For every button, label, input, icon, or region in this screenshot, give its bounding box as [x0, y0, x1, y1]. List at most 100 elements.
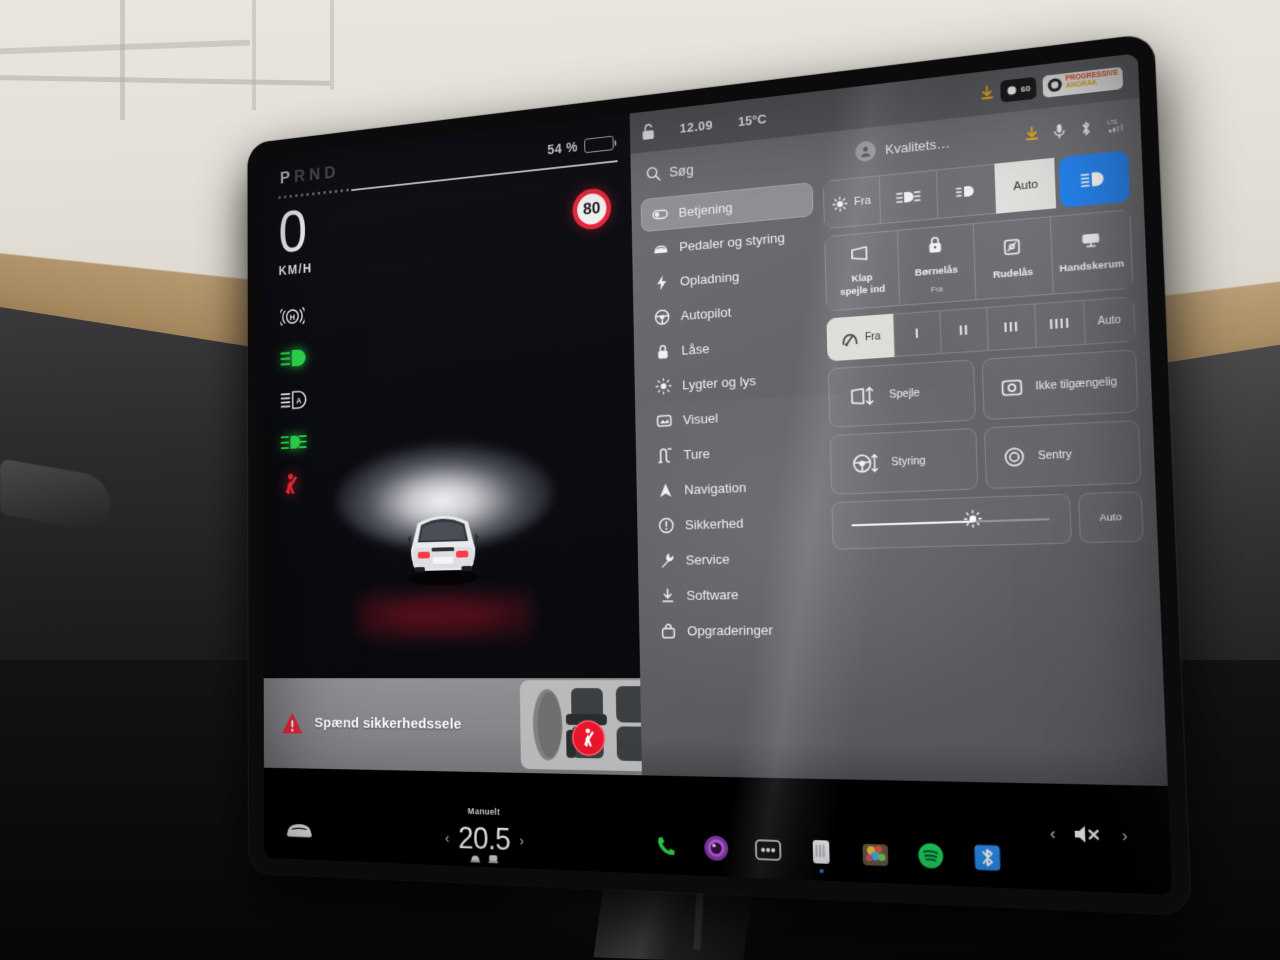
info-circle-icon [658, 516, 675, 534]
chevron-left-icon[interactable]: ‹ [1050, 824, 1056, 843]
wiper-option-iiii[interactable]: IIII [1034, 299, 1085, 348]
search-placeholder: Søg [669, 161, 694, 180]
screen-display[interactable]: PRND 54 % 0 KM/H 80 H A Spænd sikkerheds… [262, 53, 1173, 895]
app-running-indicator [819, 868, 824, 874]
car-icon[interactable] [285, 820, 313, 845]
wiper-option-ii[interactable]: II [939, 306, 989, 355]
lights-auto-label: Auto [1013, 178, 1039, 194]
lights-off-option[interactable]: Fra [822, 175, 881, 230]
screen-main-area: PRND 54 % 0 KM/H 80 H A Spænd sikkerheds… [262, 53, 1168, 786]
fog-lights-option[interactable] [878, 169, 938, 225]
battery-status[interactable]: 54 % [547, 135, 614, 158]
brightness-auto-button[interactable]: Auto [1077, 491, 1144, 544]
sentry-mode-button[interactable]: Sentry [983, 419, 1142, 490]
control-tile-handskerum[interactable]: Handskerum [1049, 209, 1134, 295]
chevron-right-icon[interactable]: › [519, 832, 524, 849]
vehicle-visualization[interactable] [263, 405, 640, 678]
climate-control[interactable]: Manuelt ‹ 20.5 › [445, 806, 525, 864]
sidebar-item-label: Sikkerhed [684, 514, 744, 532]
mirrors-adjust-button[interactable]: Spejle [827, 359, 976, 428]
status-badges[interactable]: 60 PROGRESSIVE ANORAK [979, 66, 1124, 104]
child-lock-icon [927, 235, 945, 260]
download-badge-icon[interactable] [980, 85, 994, 101]
chevron-right-icon[interactable]: › [1122, 826, 1129, 845]
sidebar-item-service[interactable]: Service [647, 539, 823, 578]
brightness-track [851, 518, 1050, 527]
display-icon [656, 411, 672, 429]
sentry-label: Sentry [1037, 448, 1073, 463]
lights-off-label: Fra [853, 194, 872, 209]
status-bar-spacer [792, 97, 952, 115]
road-icon [657, 446, 674, 464]
photos-app-icon[interactable] [861, 839, 889, 868]
brightness-row: Auto [831, 491, 1144, 550]
camera-app-icon[interactable] [703, 834, 729, 862]
sidebar-item-label: Navigation [684, 479, 747, 497]
download-icon[interactable] [1025, 126, 1040, 142]
wiper-option-i[interactable]: I [893, 310, 941, 358]
control-tile-sublabel: Fra [930, 283, 943, 295]
phone-app-icon[interactable] [653, 833, 679, 861]
parking-lights-option[interactable] [935, 163, 997, 220]
control-tile-rudel-s[interactable]: Rudelås [972, 216, 1053, 301]
speed-camera-badge[interactable]: 60 [999, 76, 1037, 103]
adjust-column-right: Ikke tilgængelig Sentry [981, 349, 1142, 490]
alert-banner[interactable]: Spænd sikkerhedssele [263, 678, 696, 776]
sidebar-item-navigation[interactable]: Navigation [646, 466, 821, 507]
wiper-option-fra[interactable]: Fra [826, 313, 895, 362]
profile-selector[interactable]: Kvalitets… [855, 132, 950, 163]
brightness-slider[interactable] [831, 493, 1072, 550]
wiper-option-label: II [958, 322, 970, 339]
lock-icon [655, 342, 671, 360]
sidebar-item-software[interactable]: Software [648, 575, 824, 613]
microphone-icon[interactable] [1053, 122, 1066, 139]
speed-limit-value: 80 [582, 198, 601, 219]
climate-mode-label: Manuelt [467, 806, 501, 817]
sidebar-item-sikkerhed[interactable]: Sikkerhed [646, 502, 822, 542]
bag-icon [660, 622, 677, 639]
navigation-icon [657, 481, 674, 499]
sidebar-item-label: Autopilot [680, 303, 732, 323]
app-dock[interactable] [653, 833, 1003, 874]
charging-app-icon[interactable] [807, 838, 835, 867]
gear-r: R [294, 165, 310, 187]
more-apps-icon[interactable] [755, 836, 782, 864]
camera-unavailable-button[interactable]: Ikke tilgængelig [981, 349, 1139, 421]
sidebar-item-opgraderinger[interactable]: Opgraderinger [648, 611, 825, 648]
battery-percent-label: 54 % [547, 138, 579, 158]
bolt-icon [653, 273, 669, 291]
steering-adjust-icon [852, 451, 880, 475]
gear-p: P [279, 167, 295, 189]
bluetooth-icon[interactable] [1080, 119, 1093, 136]
speed-camera-value: 60 [1020, 83, 1031, 94]
trip-solid-segment [351, 160, 618, 191]
settings-nav-list[interactable]: Betjening Pedaler og styring Opladning Auto… [640, 180, 829, 779]
lights-auto-option[interactable]: Auto [994, 157, 1057, 214]
unlocked-icon[interactable] [641, 123, 655, 141]
chevron-left-icon[interactable]: ‹ [445, 829, 450, 846]
mirrors-label: Spejle [889, 386, 921, 401]
svg-text:LTE: LTE [1108, 119, 1119, 127]
spotify-app-icon[interactable] [916, 841, 945, 870]
control-tile-klap-spejle-ind[interactable]: Klap spejle ind [824, 229, 900, 312]
cellular-signal-icon: LTE [1108, 119, 1124, 133]
volume-control[interactable]: ‹ › [1050, 823, 1129, 845]
media-badge[interactable]: PROGRESSIVE ANORAK [1042, 66, 1124, 98]
search-icon [646, 165, 661, 182]
wiper-option-iii[interactable]: III [986, 303, 1036, 352]
wiper-option-auto[interactable]: Auto [1083, 296, 1136, 345]
driver-seat-icon[interactable] [470, 851, 482, 863]
passenger-seat-icon[interactable] [487, 852, 499, 864]
search-input[interactable]: Søg [646, 144, 856, 182]
volume-mute-icon[interactable] [1073, 824, 1104, 845]
low-beam-toggle[interactable] [1058, 150, 1131, 208]
photo-scene: PRND 54 % 0 KM/H 80 H A Spænd sikkerheds… [0, 0, 1280, 960]
driving-cluster: PRND 54 % 0 KM/H 80 H A Spænd sikkerheds… [262, 113, 696, 776]
steering-adjust-button[interactable]: Styring [829, 427, 978, 495]
controls-column: Fra Auto Klap spejle ind Børnelås Fra Ru… [822, 148, 1154, 786]
mirror-adjust-icon [850, 384, 877, 408]
media-badge-text: PROGRESSIVE ANORAK [1065, 70, 1118, 91]
control-tile-b-rnel-s[interactable]: Børnelås Fra [897, 223, 975, 306]
brightness-icon[interactable] [963, 510, 982, 534]
bluetooth-app-icon[interactable] [819, 843, 1003, 874]
